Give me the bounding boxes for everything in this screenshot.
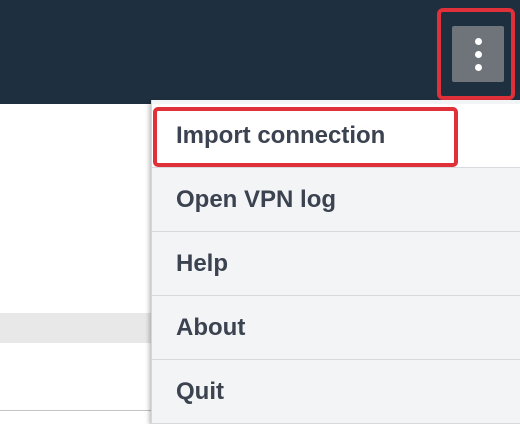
kebab-vertical-icon xyxy=(474,35,482,74)
menu-item-quit[interactable]: Quit xyxy=(152,360,520,424)
menu-item-label: Quit xyxy=(176,377,224,405)
menu-item-label: Help xyxy=(176,249,229,277)
menu-item-label: About xyxy=(176,313,246,341)
more-options-button[interactable] xyxy=(452,26,504,82)
background-list-row xyxy=(0,313,152,343)
menu-item-import-connection[interactable]: Import connection xyxy=(152,104,520,168)
menu-item-label: Open VPN log xyxy=(176,185,337,213)
menu-item-about[interactable]: About xyxy=(152,296,520,360)
menu-item-open-vpn-log[interactable]: Open VPN log xyxy=(152,168,520,232)
menu-item-label: Import connection xyxy=(176,121,386,149)
menu-item-help[interactable]: Help xyxy=(152,232,520,296)
overflow-menu: Import connection Open VPN log Help Abou… xyxy=(151,100,520,424)
background-divider xyxy=(0,410,152,411)
